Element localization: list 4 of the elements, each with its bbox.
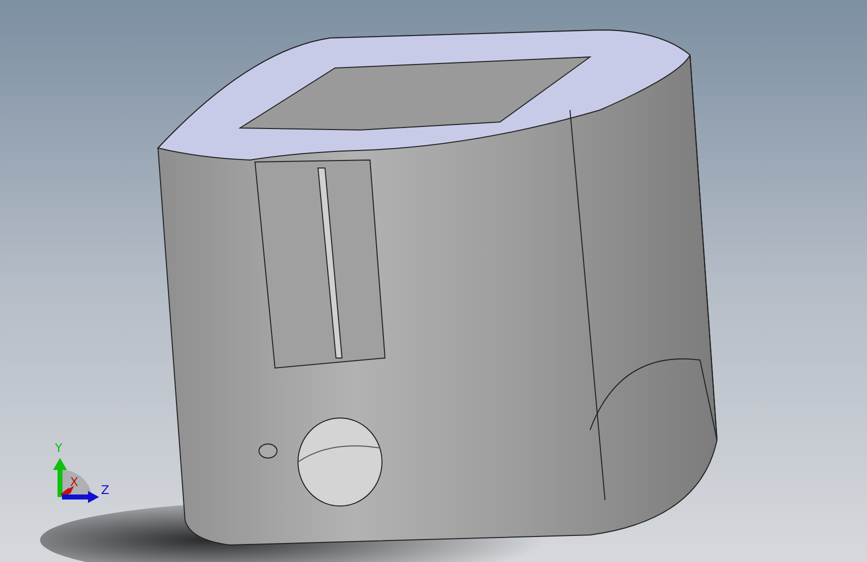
axis-label: X xyxy=(70,475,78,489)
axis-label: Z xyxy=(101,483,110,497)
axis-label: Y xyxy=(55,441,62,455)
triad-quadrant-icon xyxy=(62,470,92,497)
